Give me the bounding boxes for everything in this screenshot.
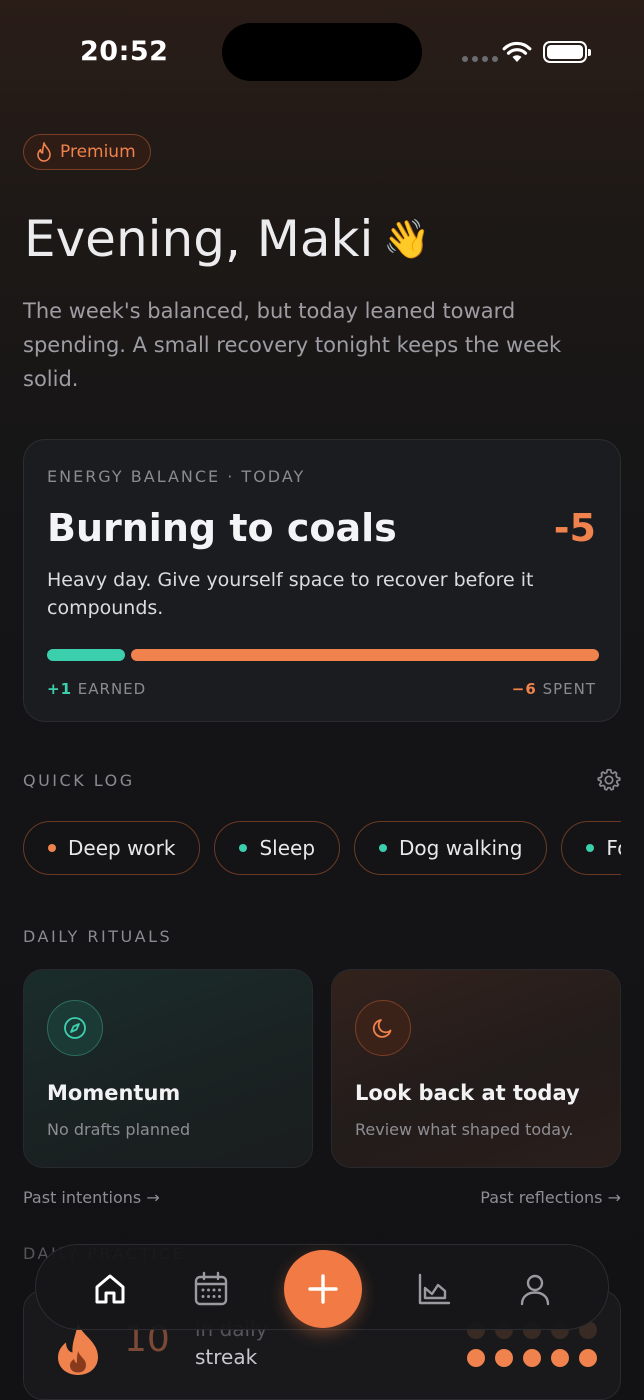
look-back-title: Look back at today [355,1081,580,1105]
dynamic-island [222,23,422,81]
calendar-icon [194,1271,228,1306]
home-icon [95,1274,125,1304]
energy-eyebrow: ENERGY BALANCE · TODAY [47,467,306,486]
earned-segment [47,649,125,661]
look-back-icon-badge [355,1000,411,1056]
tab-home[interactable] [90,1269,130,1309]
chip-dog-walking[interactable]: Dog walking [354,821,548,875]
streak-dots-current [467,1349,597,1367]
energy-balance-bar [47,649,599,661]
premium-badge[interactable]: Premium [23,134,151,170]
chip-food[interactable]: Food [561,821,621,875]
chip-dot [586,844,595,852]
plus-icon [308,1274,338,1304]
chart-icon [418,1273,451,1305]
chip-label: Food [606,836,621,860]
tab-profile[interactable] [515,1269,555,1309]
chip-label: Sleep [259,836,316,860]
quick-log-heading: QUICK LOG [23,771,135,790]
tab-insights[interactable] [414,1269,454,1309]
waving-hand-emoji: 👋 [383,216,431,261]
energy-description: Heavy day. Give yourself space to recove… [47,569,534,619]
greeting-heading: Evening, Maki 👋 [24,210,431,268]
flame-icon [37,142,51,162]
earned-label: EARNED [77,680,147,698]
momentum-subtitle: No drafts planned [47,1120,191,1139]
energy-title: Burning to coals [47,506,397,550]
look-back-subtitle: Review what shaped today. [355,1120,574,1139]
moon-icon [372,1019,392,1038]
app-screen: 20:52 Premium Evening, Maki 👋 The week's… [0,0,644,1400]
earned-value: +1 [47,680,73,698]
chip-sleep[interactable]: Sleep [214,821,341,875]
momentum-icon-badge [47,1000,103,1056]
streak-dot [551,1349,569,1367]
spent-label: SPENT [542,680,596,698]
status-time: 20:52 [80,36,169,67]
spent-value: −6 [511,680,537,698]
chip-deep-work[interactable]: Deep work [23,821,201,875]
battery-icon [543,41,591,63]
daily-rituals-heading: DAILY RITUALS [23,927,173,946]
premium-label: Premium [60,142,136,162]
gear-icon[interactable] [596,767,622,793]
compass-icon [64,1017,86,1039]
momentum-card[interactable]: Momentum No drafts planned [23,969,313,1168]
spent-segment [131,649,599,661]
chip-dot [48,844,56,852]
profile-icon [520,1274,550,1306]
spent-legend: −6 SPENT [512,680,596,698]
bottom-tab-bar [35,1244,609,1330]
wifi-icon [502,41,532,62]
greeting-text: Evening, Maki [24,210,374,268]
streak-dot [523,1349,541,1367]
streak-dot [467,1349,485,1367]
streak-dot [579,1349,597,1367]
chip-label: Dog walking [399,836,523,860]
streak-dot [495,1349,513,1367]
quick-log-chips: Deep work Sleep Dog walking Food [23,821,621,875]
tab-calendar[interactable] [191,1269,231,1309]
earned-legend: +1 EARNED [47,680,146,698]
energy-balance-card[interactable]: ENERGY BALANCE · TODAY Burning to coals … [23,439,621,722]
momentum-title: Momentum [47,1081,181,1105]
streak-line-2: streak [195,1345,258,1369]
past-reflections-link[interactable]: Past reflections → [480,1188,621,1207]
chip-label: Deep work [68,836,176,860]
past-intentions-link[interactable]: Past intentions → [23,1188,160,1207]
energy-score: -5 [553,506,596,550]
summary-text: The week's balanced, but today leaned to… [23,299,562,391]
cellular-signal-icon [462,56,498,62]
chip-dot [379,844,388,852]
chip-dot [239,844,248,852]
look-back-card[interactable]: Look back at today Review what shaped to… [331,969,621,1168]
energy-legend: +1 EARNED −6 SPENT [47,680,596,698]
add-entry-button[interactable] [284,1250,362,1328]
